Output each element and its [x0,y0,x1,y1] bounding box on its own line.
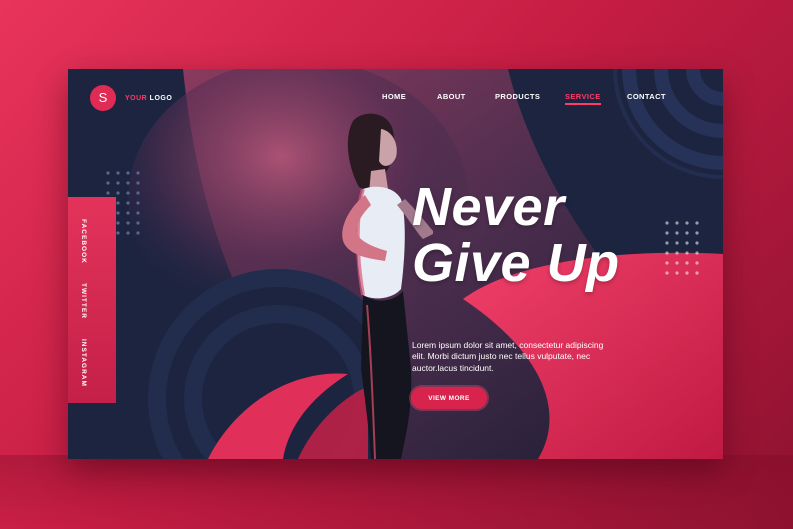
concentric-circles-top-right [622,69,723,170]
hero-body-text: Lorem ipsum dolor sit amet, consectetur … [412,339,604,373]
nav-contact[interactable]: CONTACT [627,92,666,101]
hero-headline-line2: Give Up [412,233,620,293]
dot-grid-icon [665,221,699,275]
social-sidebar: FACEBOOK TWITTER INSTAGRAM [68,197,116,403]
nav-products[interactable]: PRODUCTS [495,92,540,101]
main-nav: HOME ABOUT PRODUCTS SERVICE CONTACT [68,92,723,108]
nav-about[interactable]: ABOUT [437,92,466,101]
landing-page: S YOUR LOGO HOME ABOUT PRODUCTS SERVICE … [68,69,723,459]
social-instagram[interactable]: INSTAGRAM [80,339,87,387]
social-twitter[interactable]: TWITTER [80,283,87,319]
nav-active-underline [565,103,601,105]
nav-service-label: SERVICE [565,92,601,101]
view-more-button[interactable]: VIEW MORE [411,387,487,409]
hero-headline-line1: Never [412,177,565,237]
hero-headline: Never Give Up [412,179,620,291]
nav-home[interactable]: HOME [382,92,406,101]
background-floor [0,455,793,529]
nav-service[interactable]: SERVICE [565,92,601,105]
social-facebook[interactable]: FACEBOOK [80,219,87,264]
